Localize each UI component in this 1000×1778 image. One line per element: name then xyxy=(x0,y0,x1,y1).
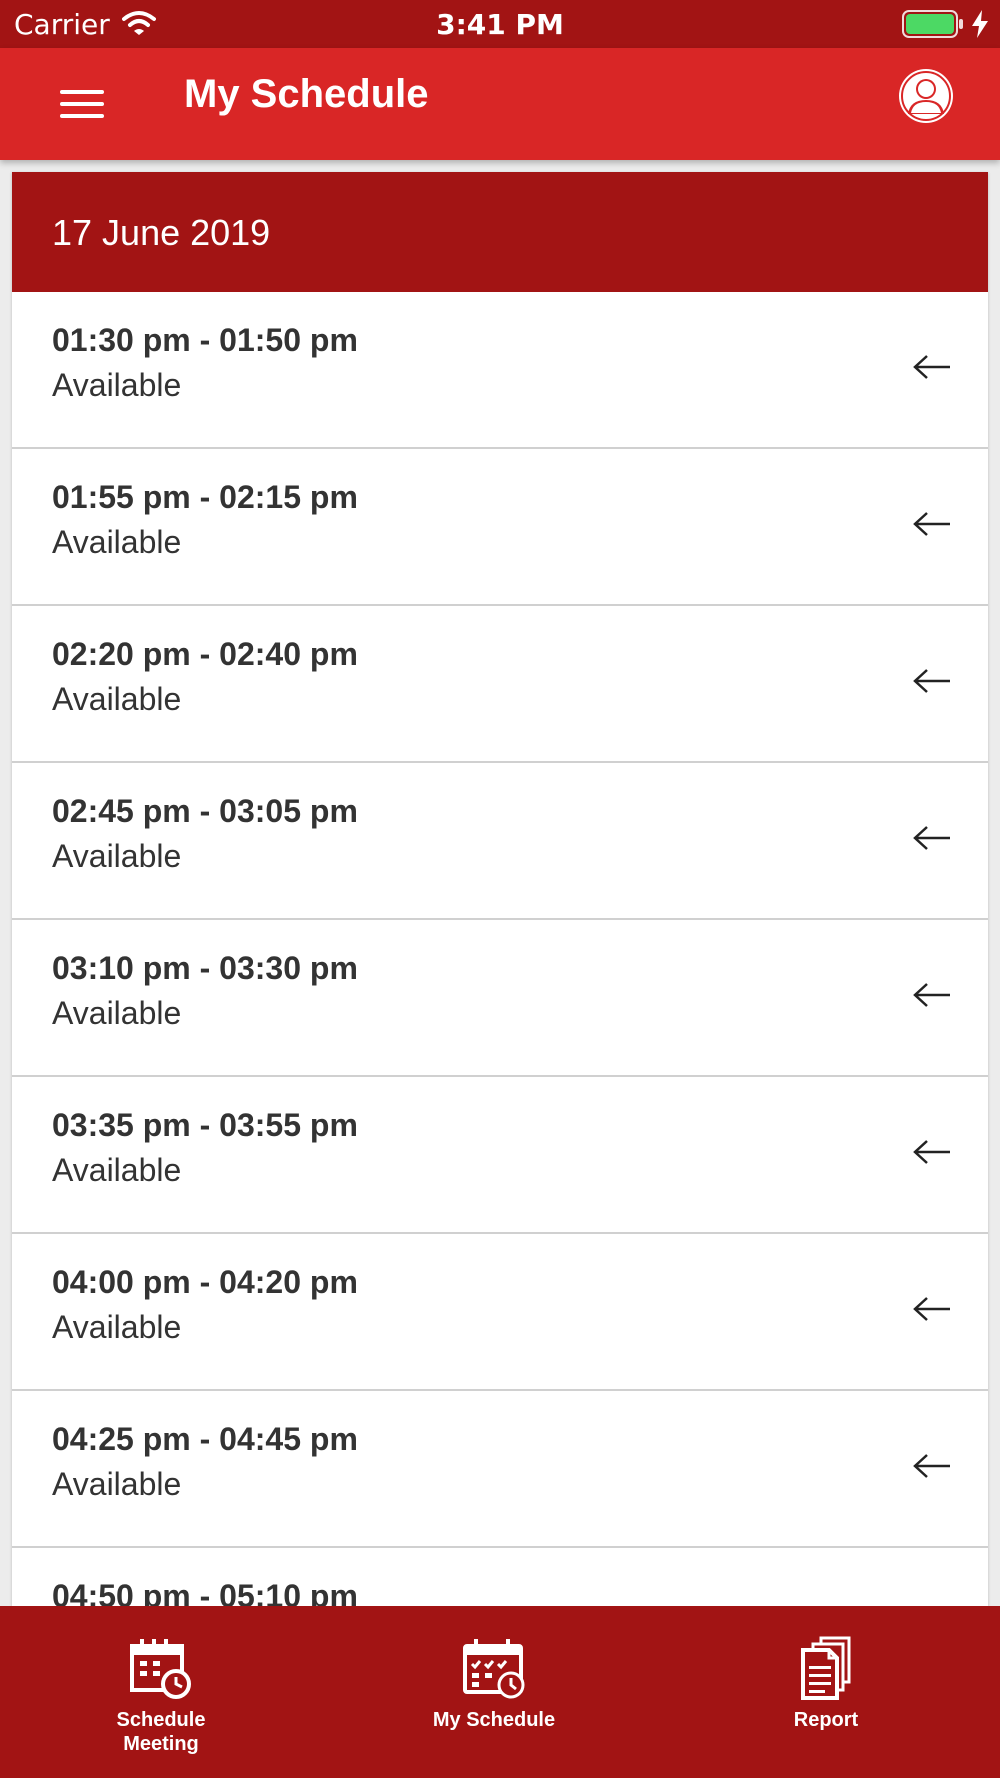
battery-icon xyxy=(902,10,963,38)
user-profile-icon[interactable] xyxy=(896,66,956,126)
slot-status: Available xyxy=(52,838,182,874)
slot-status: Available xyxy=(52,681,182,717)
nav-label-schedule: Schedule xyxy=(116,1709,206,1731)
arrow-left-icon[interactable] xyxy=(912,980,952,1010)
slot-list: 01:30 pm - 01:50 pm Available 01:55 pm - 0… xyxy=(12,292,988,1606)
slot-time: 04:50 pm - 05:10 pm xyxy=(52,1578,358,1606)
nav-label-meeting: Meeting xyxy=(123,1733,199,1755)
slot-time: 01:30 pm - 01:50 pm xyxy=(52,322,358,358)
clock-time: 3:41 PM xyxy=(436,8,564,41)
slot-status: Available xyxy=(52,1309,182,1345)
slot-row[interactable]: 02:45 pm - 03:05 pm Available xyxy=(12,763,988,920)
nav-schedule-meeting[interactable]: Schedule Meeting xyxy=(61,1636,261,1756)
calendar-check-icon xyxy=(463,1639,525,1699)
slot-time: 01:55 pm - 02:15 pm xyxy=(52,479,358,515)
slot-row[interactable]: 03:35 pm - 03:55 pm Available xyxy=(12,1077,988,1234)
arrow-left-icon[interactable] xyxy=(912,666,952,696)
nav-label-my-schedule: My Schedule xyxy=(432,1709,556,1731)
schedule-card: 17 June 2019 01:30 pm - 01:50 pm Availabl… xyxy=(12,172,988,1606)
nav-my-schedule[interactable]: My Schedule xyxy=(394,1636,594,1732)
slot-row[interactable]: 01:30 pm - 01:50 pm Available xyxy=(12,292,988,449)
page-title: My Schedule xyxy=(184,72,429,116)
slot-row[interactable]: 04:00 pm - 04:20 pm Available xyxy=(12,1234,988,1391)
slot-time: 03:35 pm - 03:55 pm xyxy=(52,1107,358,1143)
nav-report[interactable]: Report xyxy=(726,1636,926,1732)
arrow-left-icon[interactable] xyxy=(912,1137,952,1167)
arrow-left-icon[interactable] xyxy=(912,509,952,539)
bottom-nav: Schedule Meeting My Schedule Report xyxy=(0,1606,1000,1778)
slot-row[interactable]: 04:25 pm - 04:45 pm Available xyxy=(12,1391,988,1548)
slot-status: Available xyxy=(52,1152,182,1188)
hamburger-menu-icon[interactable] xyxy=(56,78,108,130)
slot-status: Available xyxy=(52,367,182,403)
slot-time: 04:00 pm - 04:20 pm xyxy=(52,1264,358,1300)
slot-status: Available xyxy=(52,1466,182,1502)
nav-label-report: Report xyxy=(793,1709,859,1731)
slot-row[interactable]: 01:55 pm - 02:15 pm Available xyxy=(12,449,988,606)
slot-time: 03:10 pm - 03:30 pm xyxy=(52,950,358,986)
app-bar: My Schedule xyxy=(0,48,1000,160)
arrow-left-icon[interactable] xyxy=(912,352,952,382)
slot-row[interactable]: 02:20 pm - 02:40 pm Available xyxy=(12,606,988,763)
date-header: 17 June 2019 xyxy=(12,172,988,292)
slot-time: 02:45 pm - 03:05 pm xyxy=(52,793,358,829)
arrow-left-icon[interactable] xyxy=(912,823,952,853)
documents-icon xyxy=(801,1636,851,1700)
slot-time: 04:25 pm - 04:45 pm xyxy=(52,1421,358,1457)
slot-status: Available xyxy=(52,524,182,560)
slot-row[interactable]: 03:10 pm - 03:30 pm Available xyxy=(12,920,988,1077)
slot-time: 02:20 pm - 02:40 pm xyxy=(52,636,358,672)
calendar-clock-icon xyxy=(130,1639,191,1699)
arrow-left-icon[interactable] xyxy=(912,1294,952,1324)
status-bar: Carrier 3:41 PM xyxy=(0,0,1000,48)
slot-row[interactable]: 04:50 pm - 05:10 pm xyxy=(12,1548,988,1606)
charging-bolt-icon xyxy=(972,10,988,38)
arrow-left-icon[interactable] xyxy=(912,1451,952,1481)
slot-status: Available xyxy=(52,995,182,1031)
